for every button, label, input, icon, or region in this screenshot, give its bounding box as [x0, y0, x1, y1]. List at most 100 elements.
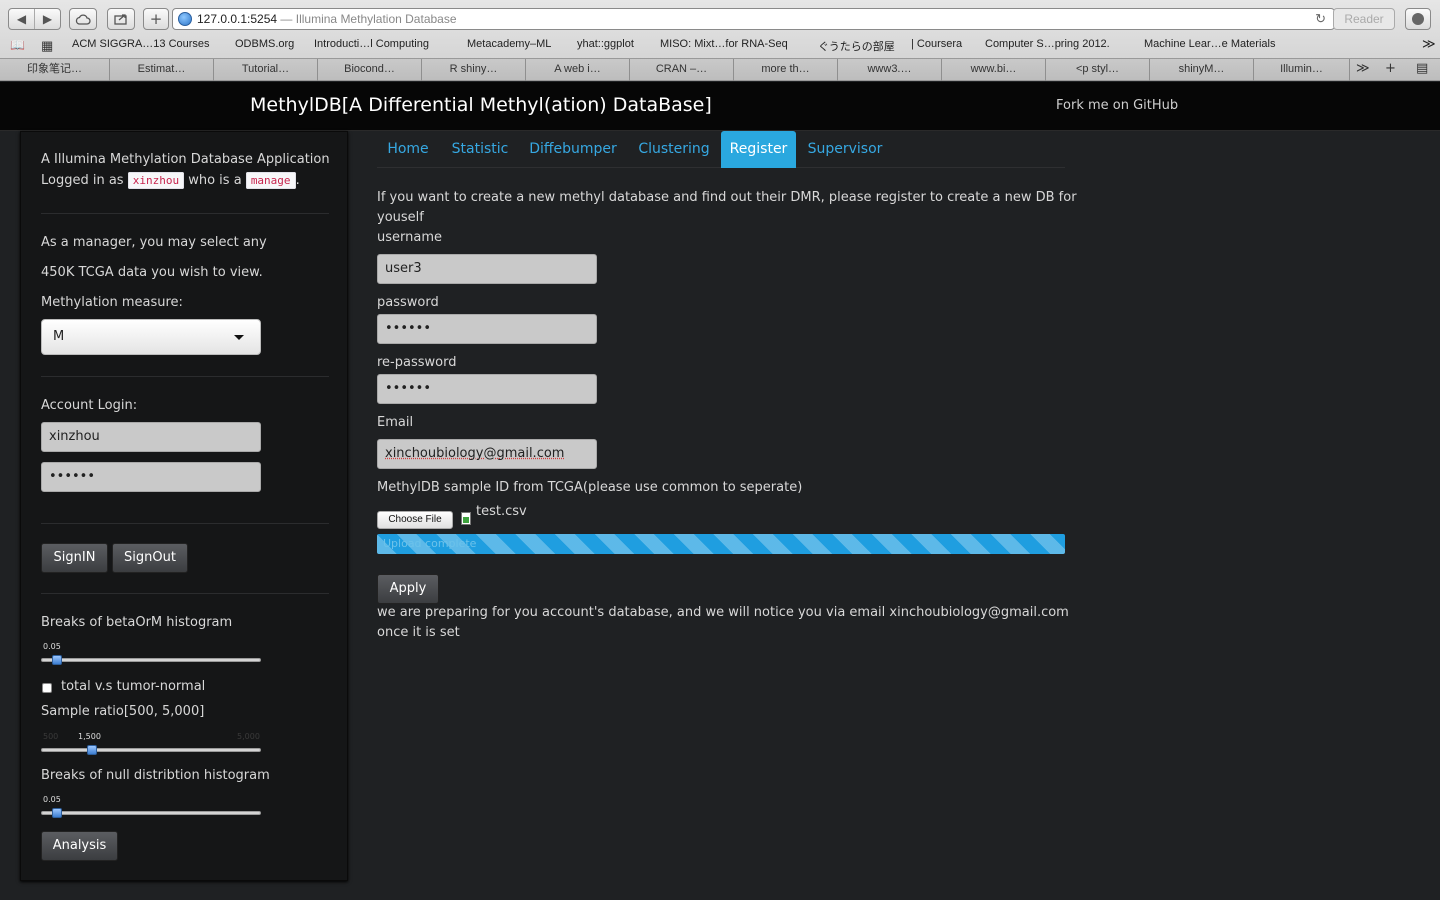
divider [41, 593, 329, 594]
browser-tab[interactable]: shinyM… [1150, 59, 1254, 81]
bookmark-item[interactable]: ACM SIGGRA…13 Courses [72, 38, 210, 50]
login-password-input[interactable]: •••••• [41, 462, 261, 492]
tab-home[interactable]: Home [377, 131, 439, 168]
divider [41, 523, 329, 524]
choose-file-button[interactable]: Choose File [377, 511, 453, 529]
cloud-icon[interactable] [69, 8, 97, 30]
browser-tab[interactable]: <p styl… [1046, 59, 1150, 81]
chevron-down-icon [234, 335, 244, 340]
bookmark-item[interactable]: ぐうたらの部屋 [818, 38, 895, 54]
back-forward-buttons[interactable]: ◀ ▶ [8, 8, 61, 30]
slider-track[interactable] [41, 658, 261, 662]
sidebar-panel: A Illumina Methylation Database Applicat… [20, 131, 348, 881]
address-bar[interactable]: 127.0.0.1:5254 — Illumina Methylation Da… [172, 8, 1335, 30]
register-intro: If you want to create a new methyl datab… [377, 190, 1077, 205]
tab-register[interactable]: Register [721, 131, 796, 168]
password-input[interactable]: •••••• [377, 314, 597, 344]
repassword-input[interactable]: •••••• [377, 374, 597, 404]
page-title: — Illumina Methylation Database [280, 12, 457, 26]
browser-tab[interactable]: Illumin… [1254, 59, 1350, 81]
measure-select[interactable]: M [41, 319, 261, 355]
app-brand[interactable]: MethylDB[A Differential Methyl(ation) Da… [250, 94, 712, 116]
slider-track[interactable] [41, 748, 261, 752]
bookmark-item[interactable]: ODBMS.org [235, 38, 294, 50]
slider-handle[interactable] [87, 745, 98, 755]
browser-tab[interactable]: A web i… [526, 59, 630, 81]
null-breaks-slider[interactable]: 0.05 [41, 795, 261, 822]
tab-overview-icon[interactable]: ▤ [1416, 59, 1428, 79]
browser-tab[interactable]: Biocond… [318, 59, 422, 81]
apply-button[interactable]: Apply [377, 574, 439, 604]
sample-ratio-label: Sample ratio[500, 5,000] [41, 704, 205, 719]
browser-tab[interactable]: 印象笔记… [0, 59, 110, 81]
result-message: once it is set [377, 625, 460, 640]
email-value: xinchoubiology@gmail.com [385, 446, 565, 461]
signout-button[interactable]: SignOut [112, 543, 188, 573]
bookmark-item[interactable]: Machine Lear…e Materials [1144, 38, 1275, 50]
tab-supervisor[interactable]: Supervisor [802, 131, 888, 168]
breaks-label: Breaks of betaOrM histogram [41, 615, 233, 630]
signin-button[interactable]: SignIN [41, 543, 108, 573]
bookmark-item[interactable]: Computer S…pring 2012. [985, 38, 1110, 50]
main-panel: Home Statistic Diffebumper Clustering Re… [367, 131, 1077, 651]
register-intro: youself [377, 210, 424, 225]
bookmarks-more-icon[interactable]: ≫ [1422, 36, 1436, 52]
slider-min-label: 500 [43, 732, 59, 741]
browser-toolbar: ◀ ▶ + 127.0.0.1:5254 — Illumina Methylat… [0, 0, 1440, 81]
upload-status: Upload complete [383, 537, 477, 550]
bookmark-item[interactable]: MISO: Mixt…for RNA-Seq [660, 38, 788, 50]
tab-statistic[interactable]: Statistic [444, 131, 516, 168]
grid-icon[interactable]: ▦ [41, 38, 53, 54]
tab-diffebumper[interactable]: Diffebumper [523, 131, 623, 168]
browser-tab[interactable]: Estimat… [110, 59, 214, 81]
add-tab-icon[interactable]: + [1385, 59, 1396, 79]
plus-icon: + [149, 10, 163, 28]
share-icon[interactable] [107, 8, 135, 30]
forward-icon[interactable]: ▶ [34, 9, 60, 29]
sample-ratio-slider[interactable]: 500 1,500 5,000 [41, 732, 261, 759]
null-breaks-value: 0.05 [43, 795, 61, 804]
github-fork-link[interactable]: Fork me on GitHub [1056, 98, 1178, 113]
bookmark-item[interactable]: | Coursera [911, 38, 962, 50]
tab-clustering[interactable]: Clustering [632, 131, 716, 168]
browser-tab-strip: 印象笔记… Estimat… Tutorial… Biocond… R shin… [0, 58, 1440, 81]
browser-toolbar-row: ◀ ▶ + 127.0.0.1:5254 — Illumina Methylat… [0, 6, 1440, 32]
browser-tab[interactable]: CRAN –… [630, 59, 734, 81]
bookmark-item[interactable]: yhat::ggplot [577, 38, 634, 50]
slider-handle[interactable] [51, 655, 62, 665]
app-title: A Illumina Methylation Database Applicat… [41, 152, 330, 167]
breaks-slider[interactable]: 0.05 [41, 642, 261, 669]
result-message: we are preparing for you account's datab… [377, 605, 1069, 620]
tumor-normal-checkbox[interactable] [42, 683, 52, 693]
bookmark-item[interactable]: Introducti…l Computing [314, 38, 429, 50]
book-icon[interactable]: 📖 [10, 38, 25, 52]
slider-handle[interactable] [51, 808, 62, 818]
username-label: username [377, 230, 442, 245]
browser-tab[interactable]: more th… [734, 59, 838, 81]
sample-id-label: MethylDB sample ID from TCGA(please use … [377, 480, 803, 495]
main-tabs: Home Statistic Diffebumper Clustering Re… [377, 131, 1065, 168]
browser-tab[interactable]: www.bi… [942, 59, 1046, 81]
browser-tab[interactable]: R shiny… [422, 59, 526, 81]
analysis-button[interactable]: Analysis [41, 831, 118, 861]
new-tab-button[interactable]: + [143, 8, 169, 30]
measure-label: Methylation measure: [41, 295, 183, 310]
browser-tab[interactable]: Tutorial… [214, 59, 318, 81]
role-suffix: . [295, 173, 300, 188]
divider [41, 213, 329, 214]
slider-track[interactable] [41, 811, 261, 815]
email-input[interactable]: xinchoubiology@gmail.com [377, 439, 597, 469]
username-input[interactable]: user3 [377, 254, 597, 284]
login-username-input[interactable]: xinzhou [41, 422, 261, 452]
login-label: Account Login: [41, 398, 138, 413]
repassword-label: re-password [377, 355, 457, 370]
reload-icon[interactable]: ↻ [1315, 9, 1326, 29]
downloads-button[interactable] [1405, 8, 1431, 30]
back-icon[interactable]: ◀ [9, 9, 34, 29]
bookmark-item[interactable]: Metacademy–ML [467, 38, 551, 50]
tabs-more-icon[interactable]: ≫ [1356, 59, 1370, 79]
file-icon [461, 512, 471, 525]
reader-button[interactable]: Reader [1333, 8, 1395, 30]
browser-tab[interactable]: www3.… [838, 59, 942, 81]
email-label: Email [377, 415, 414, 430]
